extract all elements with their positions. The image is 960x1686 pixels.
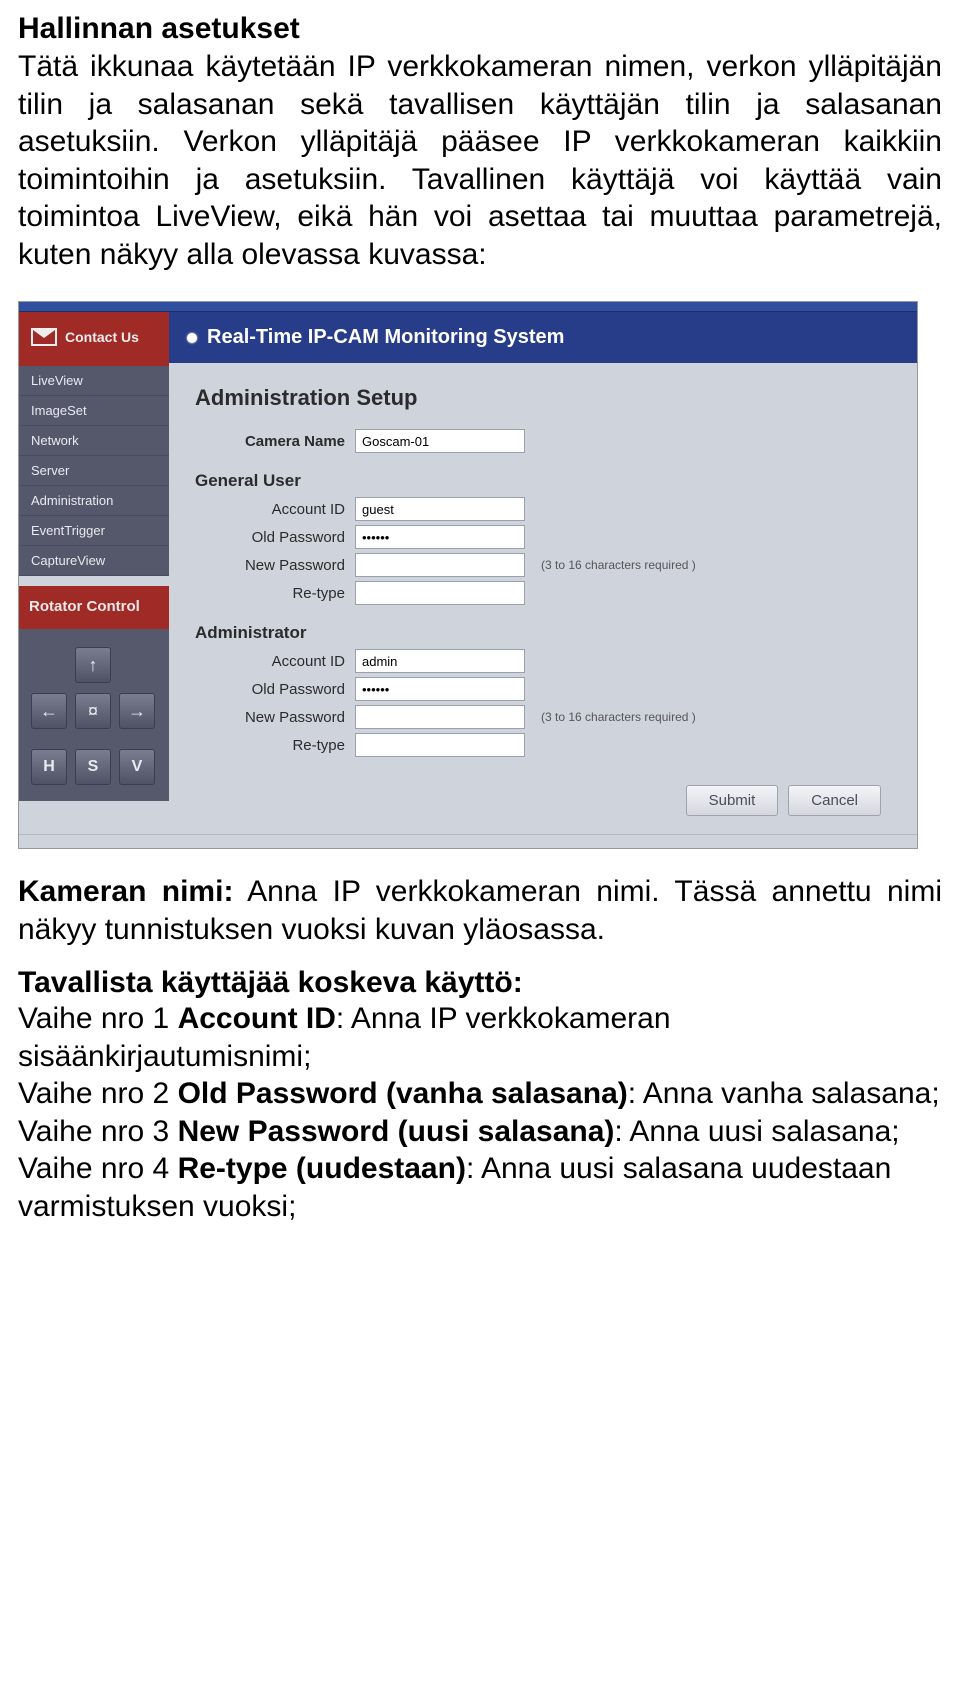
camera-name-bold: Kameran nimi: <box>18 875 233 908</box>
gu-oldpw-label: Old Password <box>195 529 345 546</box>
ad-account-input[interactable] <box>355 649 525 673</box>
step-2: Vaihe nro 2 Old Password (vanha salasana… <box>18 1075 942 1113</box>
step-1: Vaihe nro 1 Account ID: Anna IP verkkoka… <box>18 1000 942 1075</box>
intro-paragraph: Tätä ikkunaa käytetään IP verkkokameran … <box>18 48 942 273</box>
admin-setup-title: Administration Setup <box>195 385 891 411</box>
ad-oldpw-label: Old Password <box>195 681 345 698</box>
nav-captureview[interactable]: CaptureView <box>19 546 169 576</box>
gu-retype-label: Re-type <box>195 585 345 602</box>
rotator-s-button[interactable]: S <box>75 749 111 785</box>
ad-newpw-hint: (3 to 16 characters required ) <box>541 710 696 724</box>
contact-us-label: Contact Us <box>65 329 139 345</box>
rotator-h-button[interactable]: H <box>31 749 67 785</box>
rotator-right-button[interactable]: → <box>119 693 155 729</box>
nav-administration[interactable]: Administration <box>19 486 169 516</box>
nav-network[interactable]: Network <box>19 426 169 456</box>
ad-retype-input[interactable] <box>355 733 525 757</box>
rotator-up-button[interactable]: ↑ <box>75 647 111 683</box>
system-title-bar: Real-Time IP-CAM Monitoring System <box>169 312 917 363</box>
ad-newpw-input[interactable] <box>355 705 525 729</box>
ad-newpw-label: New Password <box>195 709 345 726</box>
gu-account-label: Account ID <box>195 501 345 518</box>
gu-account-input[interactable] <box>355 497 525 521</box>
cancel-button[interactable]: Cancel <box>788 785 881 816</box>
nav-imageset[interactable]: ImageSet <box>19 396 169 426</box>
general-user-title: General User <box>195 471 891 491</box>
embedded-screenshot: Contact Us LiveView ImageSet Network Ser… <box>18 301 942 849</box>
gu-oldpw-input[interactable] <box>355 525 525 549</box>
system-title: Real-Time IP-CAM Monitoring System <box>207 326 564 349</box>
logo-icon <box>187 333 197 343</box>
gu-newpw-hint: (3 to 16 characters required ) <box>541 558 696 572</box>
side-nav: LiveView ImageSet Network Server Adminis… <box>19 366 169 576</box>
camera-name-input[interactable] <box>355 429 525 453</box>
ad-account-label: Account ID <box>195 653 345 670</box>
nav-server[interactable]: Server <box>19 456 169 486</box>
contact-us-link[interactable]: Contact Us <box>19 312 169 366</box>
submit-button[interactable]: Submit <box>686 785 779 816</box>
ad-retype-label: Re-type <box>195 737 345 754</box>
rotator-control-title: Rotator Control <box>19 586 169 629</box>
gu-newpw-label: New Password <box>195 557 345 574</box>
rotator-center-button[interactable]: ¤ <box>75 693 111 729</box>
camera-name-paragraph: Kameran nimi: Anna IP verkkokameran nimi… <box>18 873 942 948</box>
page-heading: Hallinnan asetukset <box>18 12 942 46</box>
mail-icon <box>31 328 57 346</box>
camera-name-label: Camera Name <box>195 433 345 450</box>
step-4: Vaihe nro 4 Re-type (uudestaan): Anna uu… <box>18 1150 942 1225</box>
top-ribbon <box>19 302 917 312</box>
nav-eventtrigger[interactable]: EventTrigger <box>19 516 169 546</box>
gu-retype-input[interactable] <box>355 581 525 605</box>
step-3: Vaihe nro 3 New Password (uusi salasana)… <box>18 1113 942 1151</box>
ad-oldpw-input[interactable] <box>355 677 525 701</box>
administrator-title: Administrator <box>195 623 891 643</box>
gu-newpw-input[interactable] <box>355 553 525 577</box>
rotator-left-button[interactable]: ← <box>31 693 67 729</box>
usage-heading: Tavallista käyttäjää koskeva käyttö: <box>18 966 942 1000</box>
nav-liveview[interactable]: LiveView <box>19 366 169 396</box>
rotator-v-button[interactable]: V <box>119 749 155 785</box>
rotator-pad: ↑ ← ¤ → H S V <box>19 629 169 801</box>
bottom-gap <box>19 834 917 848</box>
